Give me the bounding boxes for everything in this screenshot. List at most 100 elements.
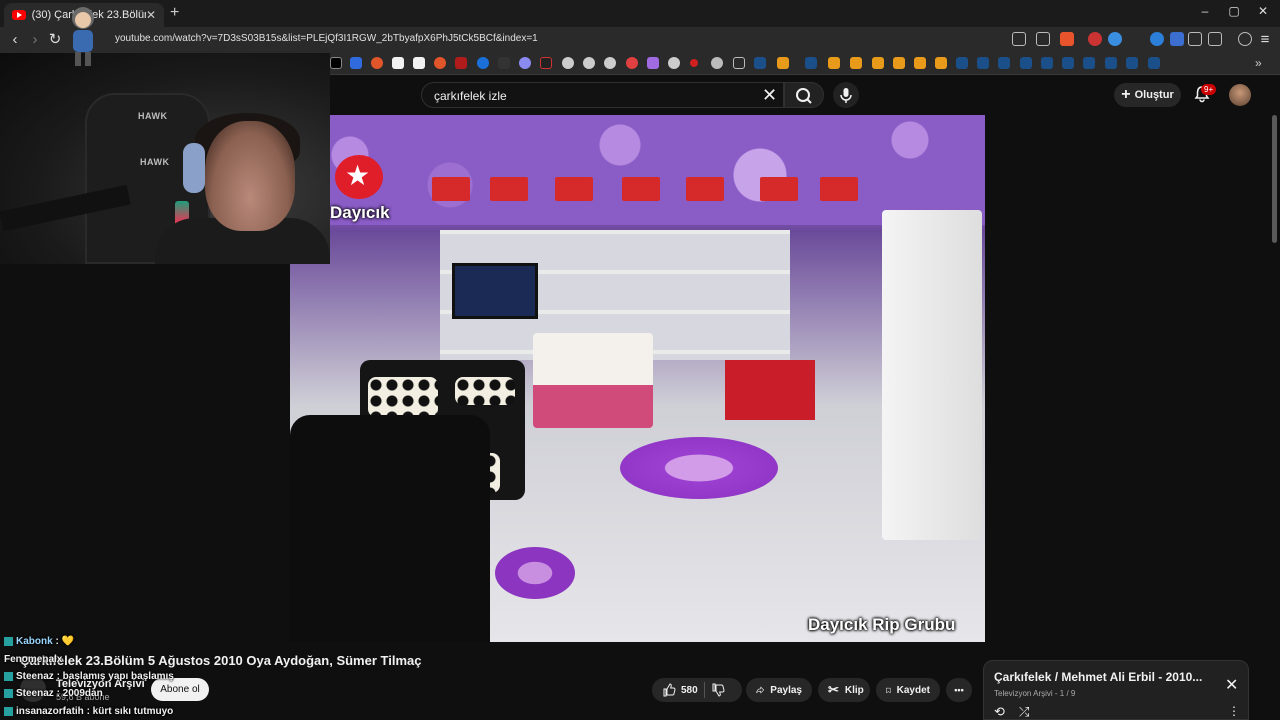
steam-icon[interactable] [956,57,968,69]
thumbs-down-icon[interactable] [711,683,725,697]
bookmark-icon[interactable] [371,57,383,69]
bookmark-icon[interactable] [777,57,789,69]
steam-icon[interactable] [1041,57,1053,69]
steam-icon[interactable] [805,57,817,69]
tab-strip: (30) Çarkıfelek 23.Bölüm 5 Ağ ✕ + – ▢ ✕ [0,0,1280,27]
search-input[interactable]: çarkıfelek izle [421,82,784,108]
account-avatar[interactable] [1229,84,1251,106]
chat-username: Kabonk [16,636,53,647]
chat-text: : başlamış yapı başlamış [53,671,174,682]
thumbs-up-icon [663,683,676,697]
bookmark-icon[interactable] [498,57,510,69]
bookmark-x-icon[interactable] [330,57,342,69]
bookmark-icon[interactable] [711,57,723,69]
address-bar[interactable]: youtube.com/watch?v=7D3sS03B15s&list=PLE… [115,33,538,44]
gift-box [760,177,798,201]
bookmark-icon[interactable] [647,57,659,69]
steam-icon[interactable] [754,57,766,69]
steam-icon[interactable] [977,57,989,69]
forward-icon[interactable]: › [26,31,44,49]
extension-icon[interactable] [1150,32,1164,46]
chat-username: Steenaz [16,671,54,682]
back-icon[interactable]: ‹ [6,31,24,49]
video-player[interactable]: Dayıcık Dayıcık Rip Grubu [290,115,985,642]
playlist-title[interactable]: Çarkıfelek / Mehmet Ali Erbil - 2010... [994,670,1202,684]
bookmark-icon[interactable] [540,57,552,69]
more-actions-button[interactable]: ••• [946,678,972,702]
bookmark-icon[interactable] [604,57,616,69]
gift-box [432,177,470,201]
maximize-button[interactable]: ▢ [1219,4,1249,22]
bookmark-icon[interactable] [893,57,905,69]
notifications-badge: 9+ [1201,84,1217,95]
puzzle-icon[interactable] [1188,32,1202,46]
like-button[interactable]: 580 [662,683,698,697]
create-label: Oluştur [1134,89,1174,101]
extension-icon[interactable] [1170,32,1184,46]
bookmark-icon[interactable] [350,57,362,69]
steam-icon[interactable] [1126,57,1138,69]
bookmark-icon[interactable] [477,57,489,69]
playlist-close-button[interactable]: ✕ [1225,675,1238,695]
search-button[interactable] [784,82,824,108]
save-button[interactable]: Kaydet [876,678,940,702]
steam-icon[interactable] [1020,57,1032,69]
clip-button[interactable]: ✂ Klip [818,678,870,702]
video-frame-backdrop [290,115,985,225]
bookmark-icon[interactable] [413,57,425,69]
bookmark-icon[interactable] [872,57,884,69]
share-label: Paylaş [770,684,802,696]
bookmarks-overflow-button[interactable]: » [1255,56,1262,70]
bookmark-icon[interactable] [455,57,467,69]
bookmark-icon[interactable] [626,57,638,69]
bookmark-icon[interactable] [668,57,680,69]
chat-badge-icon [4,671,13,681]
cast-icon[interactable] [1012,32,1026,46]
bookmark-icon[interactable] [690,59,698,67]
page-scrollbar[interactable] [1272,115,1277,243]
bookmark-icon[interactable] [562,57,574,69]
steam-icon[interactable] [1148,57,1160,69]
extension-icon[interactable] [1088,32,1102,46]
window-close-button[interactable]: ✕ [1248,4,1278,22]
reload-icon[interactable]: ↻ [46,31,64,49]
bookmark-icon[interactable] [519,57,531,69]
bookmark-icon[interactable] [935,57,947,69]
steam-icon[interactable] [1105,57,1117,69]
clear-search-icon[interactable]: ✕ [762,85,777,106]
loop-icon[interactable]: ⟲ [994,704,1005,720]
new-tab-button[interactable]: + [170,4,186,22]
share-arrow-icon [756,686,765,694]
scissors-icon: ✂ [828,682,839,697]
extension-icon[interactable] [1108,32,1122,46]
steam-icon[interactable] [1062,57,1074,69]
minimize-button[interactable]: – [1190,4,1220,22]
chat-message: Steenaz : 2009dan [4,688,103,699]
bookmark-icon[interactable] [850,57,862,69]
sofa-pillow [455,377,515,405]
shuffle-icon[interactable]: ⤮ [1019,704,1029,720]
bookmark-icon[interactable] [392,57,404,69]
like-count: 580 [681,684,698,696]
share-button[interactable]: Paylaş [746,678,812,702]
steam-icon[interactable] [998,57,1010,69]
create-button[interactable]: + Oluştur [1114,83,1181,107]
gift-box [820,177,858,201]
mic-icon [840,88,852,103]
media-icon[interactable] [1238,32,1252,46]
voice-search-button[interactable] [833,82,859,108]
tab-close-icon[interactable]: ✕ [146,8,156,22]
bookmark-icon[interactable] [583,57,595,69]
prize-tv [452,263,538,319]
folder-icon[interactable] [733,57,745,69]
brave-shield-icon[interactable] [1060,32,1074,46]
playlist-menu-icon[interactable]: ⋮ [1228,704,1240,718]
sidebar-icon[interactable] [1208,32,1222,46]
menu-icon[interactable]: ≡ [1256,31,1274,49]
gift-box [490,177,528,201]
bookmark-icon[interactable] [434,57,446,69]
bookmark-icon[interactable] [828,57,840,69]
steam-icon[interactable] [1083,57,1095,69]
share-icon[interactable] [1036,32,1050,46]
bookmark-icon[interactable] [914,57,926,69]
